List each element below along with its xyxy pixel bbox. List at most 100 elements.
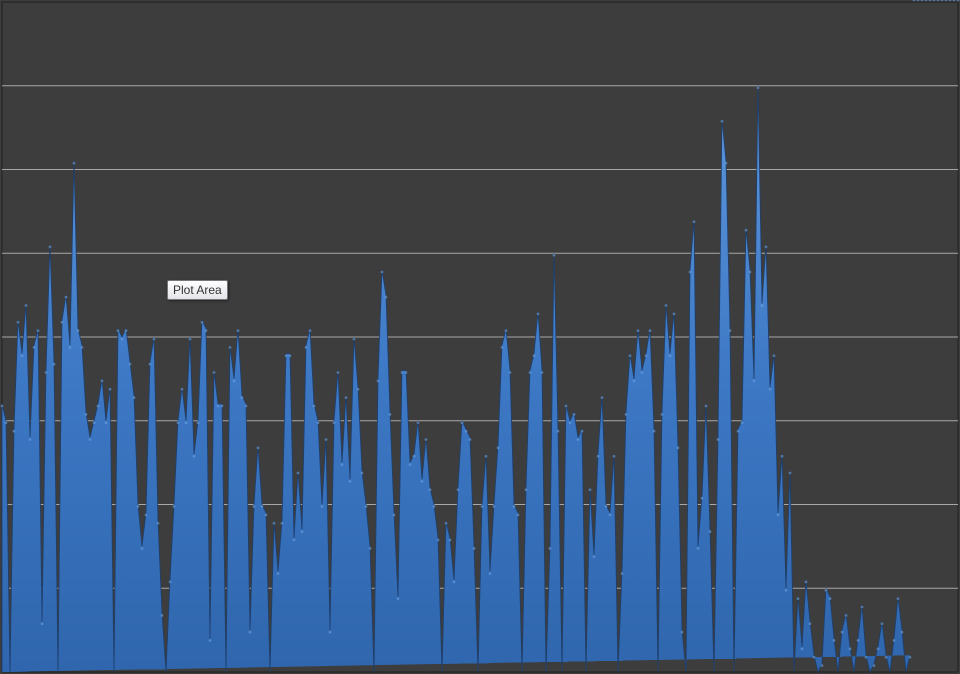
data-point-186 — [744, 228, 748, 232]
data-point-83 — [332, 421, 336, 425]
data-point-137 — [548, 546, 552, 550]
series-area[interactable] — [1, 85, 911, 674]
data-point-187 — [748, 270, 752, 274]
data-point-199 — [796, 597, 800, 601]
data-point-197 — [788, 471, 792, 475]
data-point-201 — [804, 580, 808, 584]
data-point-210 — [840, 630, 844, 634]
data-point-21 — [84, 412, 88, 416]
data-point-111 — [444, 521, 448, 525]
data-point-38 — [152, 337, 156, 341]
data-point-229 — [916, 0, 920, 2]
data-point-30 — [120, 337, 124, 341]
data-point-82 — [328, 630, 332, 634]
data-point-40 — [160, 613, 164, 617]
data-point-61 — [244, 404, 248, 408]
data-point-149 — [596, 454, 600, 458]
data-point-24 — [96, 404, 100, 408]
data-point-233 — [932, 0, 936, 2]
data-point-66 — [264, 513, 268, 517]
data-point-71 — [284, 354, 288, 358]
data-point-90 — [360, 471, 364, 475]
data-point-167 — [668, 354, 672, 358]
data-point-109 — [436, 538, 440, 542]
data-point-60 — [240, 396, 244, 400]
data-point-200 — [800, 647, 804, 651]
data-point-177 — [708, 530, 712, 534]
data-point-117 — [468, 438, 472, 441]
data-point-63 — [252, 505, 256, 508]
data-point-92 — [368, 546, 372, 550]
data-point-26 — [104, 421, 108, 425]
data-point-20 — [80, 345, 84, 349]
data-point-235 — [940, 0, 944, 2]
data-point-48 — [192, 454, 196, 458]
gridlines — [2, 85, 958, 589]
data-point-113 — [452, 580, 456, 584]
data-point-237 — [948, 0, 952, 2]
data-point-6 — [24, 304, 28, 307]
data-point-157 — [628, 354, 632, 358]
data-point-118 — [472, 546, 476, 550]
data-point-132 — [528, 371, 532, 374]
data-point-86 — [344, 396, 348, 400]
data-point-148 — [592, 555, 596, 559]
data-point-120 — [480, 505, 484, 508]
data-point-231 — [924, 0, 928, 2]
data-point-181 — [724, 161, 728, 165]
data-point-218 — [872, 664, 876, 668]
data-point-77 — [308, 329, 312, 333]
data-point-15 — [60, 320, 64, 324]
data-point-191 — [764, 245, 768, 249]
data-point-22 — [88, 438, 92, 441]
data-point-122 — [488, 572, 492, 575]
data-point-207 — [828, 597, 832, 601]
data-point-33 — [132, 396, 136, 400]
data-point-145 — [580, 429, 584, 433]
data-point-134 — [536, 312, 540, 316]
data-point-99 — [396, 597, 400, 601]
data-point-108 — [432, 505, 436, 508]
data-point-11 — [44, 371, 48, 374]
data-point-58 — [232, 379, 236, 383]
series-area-fill[interactable] — [1, 85, 911, 674]
data-point-126 — [504, 329, 508, 333]
data-point-221 — [884, 655, 888, 659]
data-point-100 — [400, 371, 404, 374]
data-point-224 — [896, 597, 900, 601]
data-point-103 — [412, 454, 416, 458]
data-point-8 — [32, 345, 36, 349]
data-point-153 — [612, 454, 616, 458]
data-point-141 — [564, 404, 568, 408]
data-point-55 — [220, 404, 224, 408]
data-point-4 — [16, 320, 20, 324]
data-point-216 — [864, 655, 868, 659]
data-point-165 — [660, 412, 664, 416]
data-point-162 — [648, 329, 652, 333]
data-point-228 — [912, 0, 916, 2]
data-point-193 — [772, 354, 776, 358]
area-chart[interactable] — [0, 0, 960, 674]
data-point-123 — [492, 505, 496, 508]
data-point-97 — [388, 412, 392, 416]
data-point-125 — [500, 345, 504, 349]
data-point-232 — [928, 0, 932, 2]
data-point-23 — [92, 421, 96, 425]
data-point-25 — [100, 379, 104, 383]
data-point-156 — [624, 412, 628, 416]
data-point-173 — [692, 220, 696, 224]
data-point-215 — [860, 605, 864, 609]
data-point-206 — [824, 588, 828, 592]
data-point-102 — [408, 463, 412, 467]
data-point-115 — [460, 421, 464, 425]
data-point-32 — [128, 362, 132, 366]
data-point-168 — [672, 312, 676, 316]
data-point-101 — [404, 371, 408, 374]
data-point-238 — [952, 0, 956, 2]
data-point-37 — [148, 362, 152, 366]
data-point-3 — [12, 429, 16, 433]
data-point-107 — [428, 488, 432, 492]
data-point-10 — [40, 622, 44, 626]
data-point-142 — [568, 421, 572, 425]
data-point-175 — [700, 496, 704, 500]
